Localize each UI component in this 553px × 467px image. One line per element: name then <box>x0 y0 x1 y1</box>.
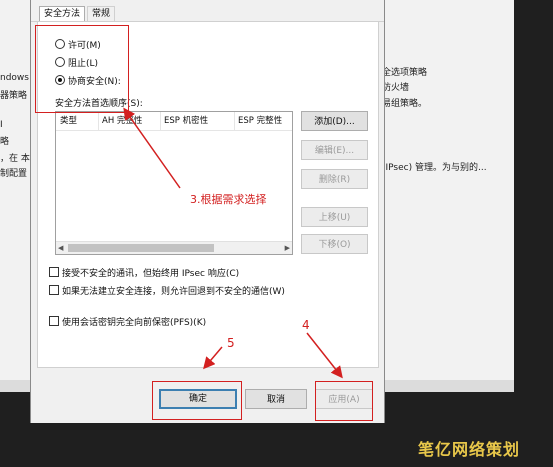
annotation-arrows <box>123 107 343 379</box>
arrow-step5 <box>203 346 223 370</box>
arrow-step3 <box>123 107 181 189</box>
watermark-text: 笔亿网络策划 <box>418 440 521 459</box>
arrow-step4 <box>306 332 343 379</box>
